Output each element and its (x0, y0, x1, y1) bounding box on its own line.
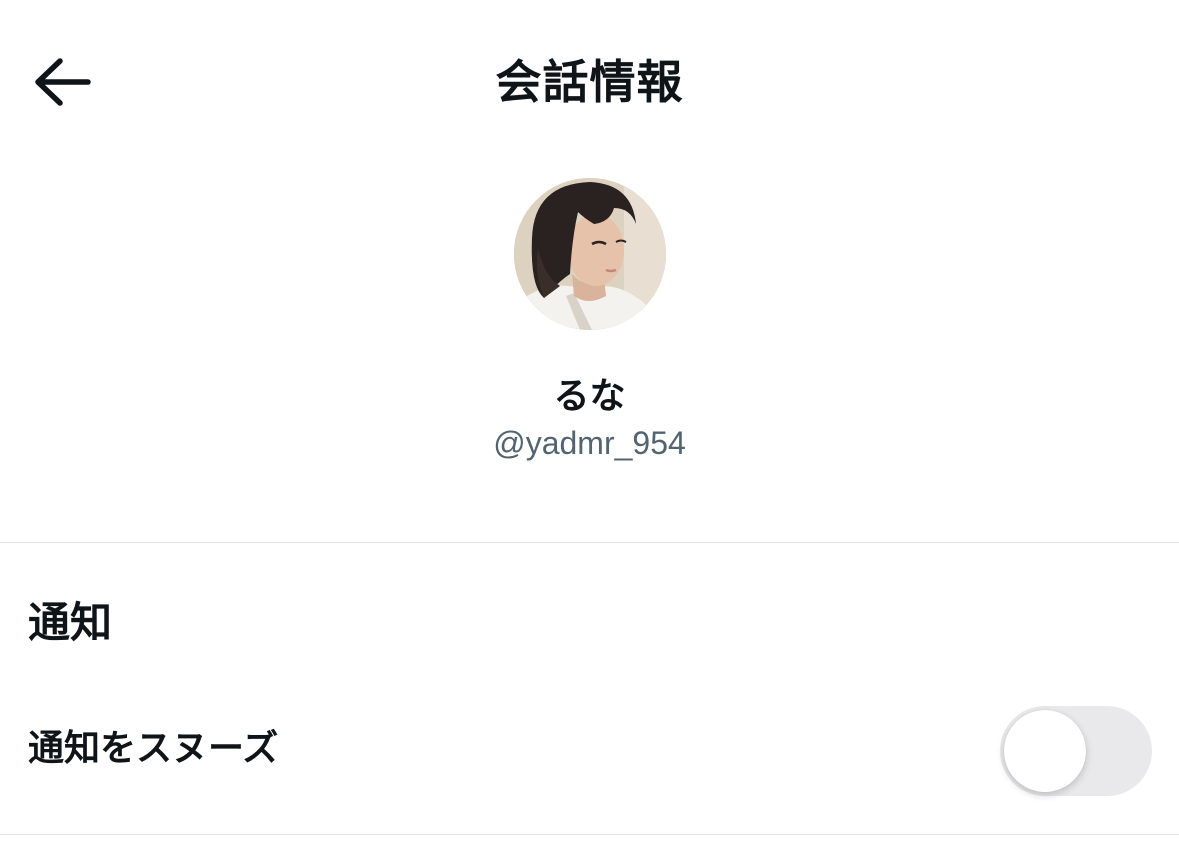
avatar[interactable] (513, 178, 666, 330)
conversation-info-screen: 会話情報 るな @yadmr_954 通知 通知をスヌーズ (0, 0, 1179, 856)
notifications-section-title: 通知 (28, 598, 113, 647)
section-divider (0, 542, 1179, 543)
avatar-photo (513, 178, 666, 330)
profile-summary: るな @yadmr_954 (0, 178, 1179, 464)
snooze-notifications-toggle[interactable] (1000, 706, 1152, 796)
bottom-divider (0, 834, 1179, 835)
header: 会話情報 (0, 0, 1179, 165)
user-handle: @yadmr_954 (493, 425, 686, 461)
display-name: るな (553, 376, 626, 417)
snooze-notifications-row: 通知をスヌーズ (0, 700, 1179, 800)
toggle-knob (1004, 710, 1086, 792)
snooze-notifications-label: 通知をスヌーズ (28, 728, 279, 769)
page-title: 会話情報 (495, 55, 684, 109)
